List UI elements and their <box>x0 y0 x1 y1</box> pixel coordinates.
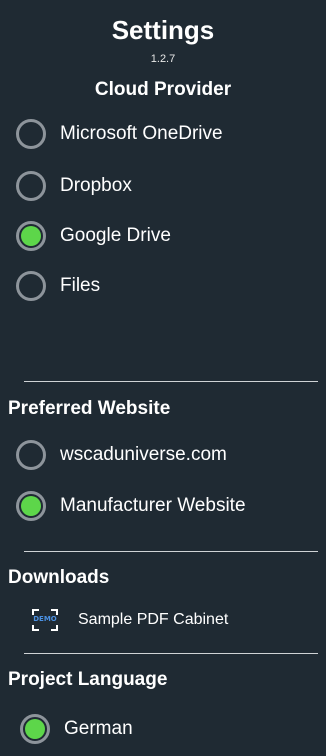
radio-option-wscaduniverse[interactable]: wscaduniverse.com <box>16 437 227 473</box>
radio-option-label: Dropbox <box>60 175 132 196</box>
radio-option-dropbox[interactable]: Dropbox <box>16 168 132 204</box>
radio-button-selected[interactable] <box>16 221 46 251</box>
downloads-heading: Downloads <box>8 567 110 588</box>
radio-option-label: wscaduniverse.com <box>60 444 227 465</box>
section-divider <box>24 551 318 552</box>
radio-option-google-drive[interactable]: Google Drive <box>16 218 171 254</box>
radio-option-label: Google Drive <box>60 225 171 246</box>
radio-button[interactable] <box>16 171 46 201</box>
radio-option-microsoft-onedrive[interactable]: Microsoft OneDrive <box>16 116 223 152</box>
radio-option-label: Files <box>60 275 101 296</box>
project-language-heading: Project Language <box>8 669 168 690</box>
radio-option-german[interactable]: German <box>20 711 133 747</box>
page-title: Settings <box>111 15 215 45</box>
download-item-sample-pdf-cabinet[interactable]: DEMO Sample PDF Cabinet <box>30 605 228 635</box>
cloud-provider-heading: Cloud Provider <box>94 79 232 100</box>
download-item-label: Sample PDF Cabinet <box>78 611 229 628</box>
demo-icon-label: DEMO <box>33 615 57 623</box>
radio-option-label: Microsoft OneDrive <box>60 123 223 144</box>
radio-button[interactable] <box>16 119 46 149</box>
radio-option-manufacturer-website[interactable]: Manufacturer Website <box>16 488 246 524</box>
radio-button-selected[interactable] <box>20 714 50 744</box>
section-divider <box>24 653 318 654</box>
preferred-website-heading: Preferred Website <box>8 398 171 419</box>
radio-selected-dot <box>25 719 45 739</box>
radio-option-files[interactable]: Files <box>16 268 100 304</box>
section-divider <box>24 381 318 382</box>
radio-option-label: Manufacturer Website <box>60 495 246 516</box>
radio-option-label: German <box>64 718 133 739</box>
radio-button[interactable] <box>16 440 46 470</box>
radio-selected-dot <box>21 226 41 246</box>
demo-document-icon: DEMO <box>30 607 60 633</box>
radio-button[interactable] <box>16 271 46 301</box>
radio-selected-dot <box>21 496 41 516</box>
app-version: 1.2.7 <box>150 53 176 65</box>
radio-button-selected[interactable] <box>16 491 46 521</box>
